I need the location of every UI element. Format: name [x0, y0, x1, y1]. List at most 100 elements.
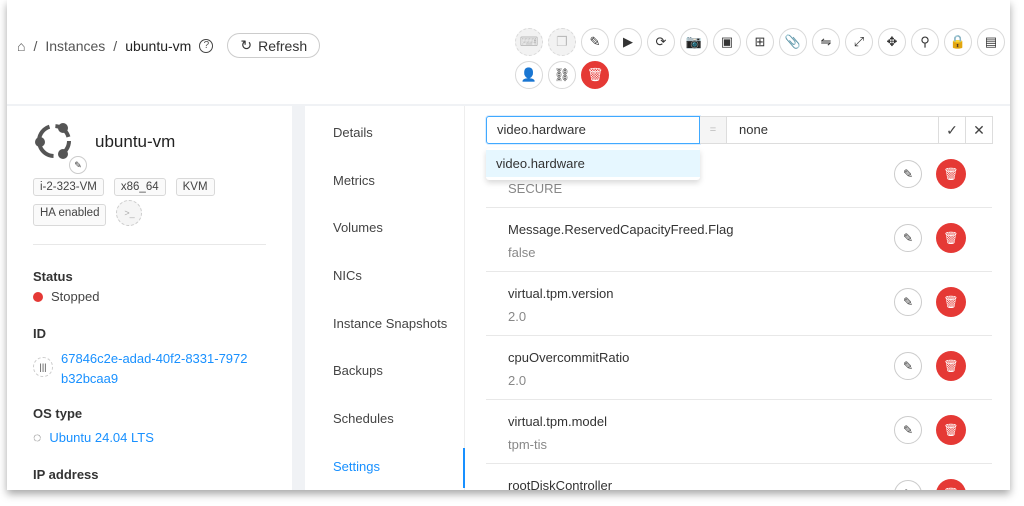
edit-setting-button[interactable]: ✎ — [894, 480, 922, 490]
equals-sign: = — [700, 116, 726, 144]
attach-icon: 📎 — [784, 34, 802, 49]
console-button[interactable]: ⌨ — [515, 28, 543, 56]
refresh-icon: ↻ — [240, 37, 253, 53]
breadcrumb-instances[interactable]: Instances — [45, 38, 105, 54]
reset-password-icon: 🔒 — [949, 34, 967, 49]
edit-setting-button[interactable]: ✎ — [894, 160, 922, 188]
scale-icon: ⤢ — [853, 34, 865, 49]
instance-id[interactable]: 67846c2e-adad-40f2-8331-7972 b32bcaa9 — [61, 349, 248, 389]
tab-schedules[interactable]: Schedules — [333, 411, 394, 426]
settings-panel: SECURE ✎ 🗑 Message.ReservedCapacityFreed.Fl… — [465, 106, 1010, 490]
tab-settings[interactable]: Settings — [333, 459, 380, 474]
assign-user-button[interactable]: 👤 — [515, 61, 543, 89]
edit-setting-button[interactable]: ✎ — [894, 416, 922, 444]
edit-setting-button[interactable]: ✎ — [894, 224, 922, 252]
edit-setting-button[interactable]: ✎ — [894, 352, 922, 380]
setting-row: rootDiskController ✎ 🗑 — [486, 464, 992, 490]
copy-button[interactable]: ❐ — [548, 28, 576, 56]
tab-details[interactable]: Details — [333, 125, 373, 140]
status-label: Status — [33, 269, 73, 284]
tab-nics[interactable]: NICs — [333, 268, 362, 283]
page-header: ⌂ / Instances / ubuntu-vm ? ↻ Refresh ⌨ ❐ ✎… — [7, 0, 1010, 104]
edit-icon: ✎ — [903, 487, 913, 490]
unlink-button[interactable]: ⛓ — [548, 61, 576, 89]
edit-icon: ✎ — [902, 423, 914, 437]
setting-key-input[interactable]: video.hardware — [486, 116, 700, 144]
attach-iso-button[interactable]: ⊞ — [746, 28, 774, 56]
delete-icon: 🗑 — [943, 487, 958, 490]
setting-row: virtual.tpm.model tpm-tis ✎ 🗑 — [486, 400, 992, 464]
attach-iso-icon: ⊞ — [754, 34, 766, 49]
setting-value: 2.0 — [508, 373, 527, 388]
start-button[interactable]: ▶ — [614, 28, 642, 56]
confirm-button[interactable]: ✓ — [938, 116, 966, 144]
instance-tags: i-2-323-VM x86_64 KVM HA enabled >_ — [33, 178, 273, 226]
setting-value-input[interactable]: none — [726, 116, 939, 144]
edit-setting-button[interactable]: ✎ — [894, 288, 922, 316]
help-icon[interactable]: ? — [199, 38, 214, 53]
divider — [33, 244, 266, 245]
os-type-value[interactable]: Ubuntu 24.04 LTS — [49, 430, 154, 445]
migrate-button[interactable]: ⇋ — [812, 28, 840, 56]
console-icon[interactable]: >_ — [116, 200, 143, 226]
console-icon: ⌨ — [519, 34, 539, 49]
ssh-key-button[interactable]: ▤ — [977, 28, 1005, 56]
os-type-label: OS type — [33, 406, 83, 421]
search-button[interactable]: ⚲ — [911, 28, 939, 56]
setting-value: 2.0 — [508, 309, 527, 324]
destroy-button[interactable]: 🗑 — [581, 61, 609, 89]
setting-editor: video.hardware = none ✓ ✕ — [486, 116, 993, 144]
delete-setting-button[interactable]: 🗑 — [936, 287, 966, 317]
delete-setting-button[interactable]: 🗑 — [936, 351, 966, 381]
tab-volumes[interactable]: Volumes — [333, 220, 383, 235]
copy-icon: ❐ — [556, 34, 568, 49]
delete-setting-button[interactable]: 🗑 — [936, 479, 966, 490]
edit-icon: ✎ — [902, 295, 914, 309]
breadcrumb-current: ubuntu-vm — [125, 37, 192, 54]
breadcrumb-separator: / — [33, 37, 38, 54]
tab-metrics[interactable]: Metrics — [333, 173, 375, 188]
edit-icon: ✎ — [902, 167, 914, 181]
reset-password-button[interactable]: 🔒 — [944, 28, 972, 56]
unlink-icon: ⛓ — [553, 67, 571, 82]
tab-instance-snapshots[interactable]: Instance Snapshots — [333, 316, 447, 331]
move-icon: ✥ — [886, 34, 898, 49]
refresh-button[interactable]: ↻ Refresh — [227, 33, 321, 58]
suggestion-item[interactable]: video.hardware — [486, 150, 700, 177]
delete-setting-button[interactable]: 🗑 — [936, 415, 966, 445]
instance-name: ubuntu-vm — [95, 132, 176, 151]
attach-button[interactable]: 📎 — [779, 28, 807, 56]
cancel-button[interactable]: ✕ — [965, 116, 993, 144]
tab-backups[interactable]: Backups — [333, 363, 383, 378]
tag-hypervisor: KVM — [175, 178, 215, 196]
delete-icon: 🗑 — [943, 231, 959, 245]
reinstall-button[interactable]: ⟳ — [647, 28, 675, 56]
id-label: ID — [33, 326, 46, 341]
scale-button[interactable]: ⤢ — [845, 28, 873, 56]
setting-key: Message.ReservedCapacityFreed.Flag — [508, 222, 734, 237]
key-suggestions-dropdown: video.hardware — [486, 148, 700, 180]
status-dot-icon — [33, 291, 43, 302]
edit-icon: ✎ — [589, 34, 601, 49]
delete-icon: 🗑 — [943, 295, 959, 309]
status-value: Stopped — [51, 289, 100, 304]
tag-arch: x86_64 — [113, 178, 166, 196]
action-toolbar: ⌨ ❐ ✎ ▶ ⟳ 📷 ▣ ⊞ 📎 ⇋ ⤢ ✥ ⚲ 🔒 ▤ 👤 ⛓ 🗑 — [515, 28, 1010, 89]
setting-row: cpuOvercommitRatio 2.0 ✎ 🗑 — [486, 336, 992, 400]
edit-button[interactable]: ✎ — [581, 28, 609, 56]
backup-button[interactable]: ▣ — [713, 28, 741, 56]
breadcrumb-separator: / — [113, 37, 118, 54]
barcode-icon[interactable]: ||| — [33, 357, 53, 377]
setting-key: cpuOvercommitRatio — [508, 350, 630, 365]
search-icon: ⚲ — [920, 34, 930, 49]
tag-instance-name: i-2-323-VM — [33, 178, 104, 196]
edit-name-icon[interactable]: ✎ — [69, 156, 87, 174]
move-button[interactable]: ✥ — [878, 28, 906, 56]
ubuntu-icon: ◌ — [33, 429, 42, 445]
start-icon: ▶ — [623, 34, 633, 49]
setting-value: SECURE — [508, 181, 563, 196]
snapshot-button[interactable]: 📷 — [680, 28, 708, 56]
home-icon[interactable]: ⌂ — [17, 38, 25, 54]
delete-setting-button[interactable]: 🗑 — [936, 223, 966, 253]
delete-setting-button[interactable]: 🗑 — [936, 159, 966, 189]
